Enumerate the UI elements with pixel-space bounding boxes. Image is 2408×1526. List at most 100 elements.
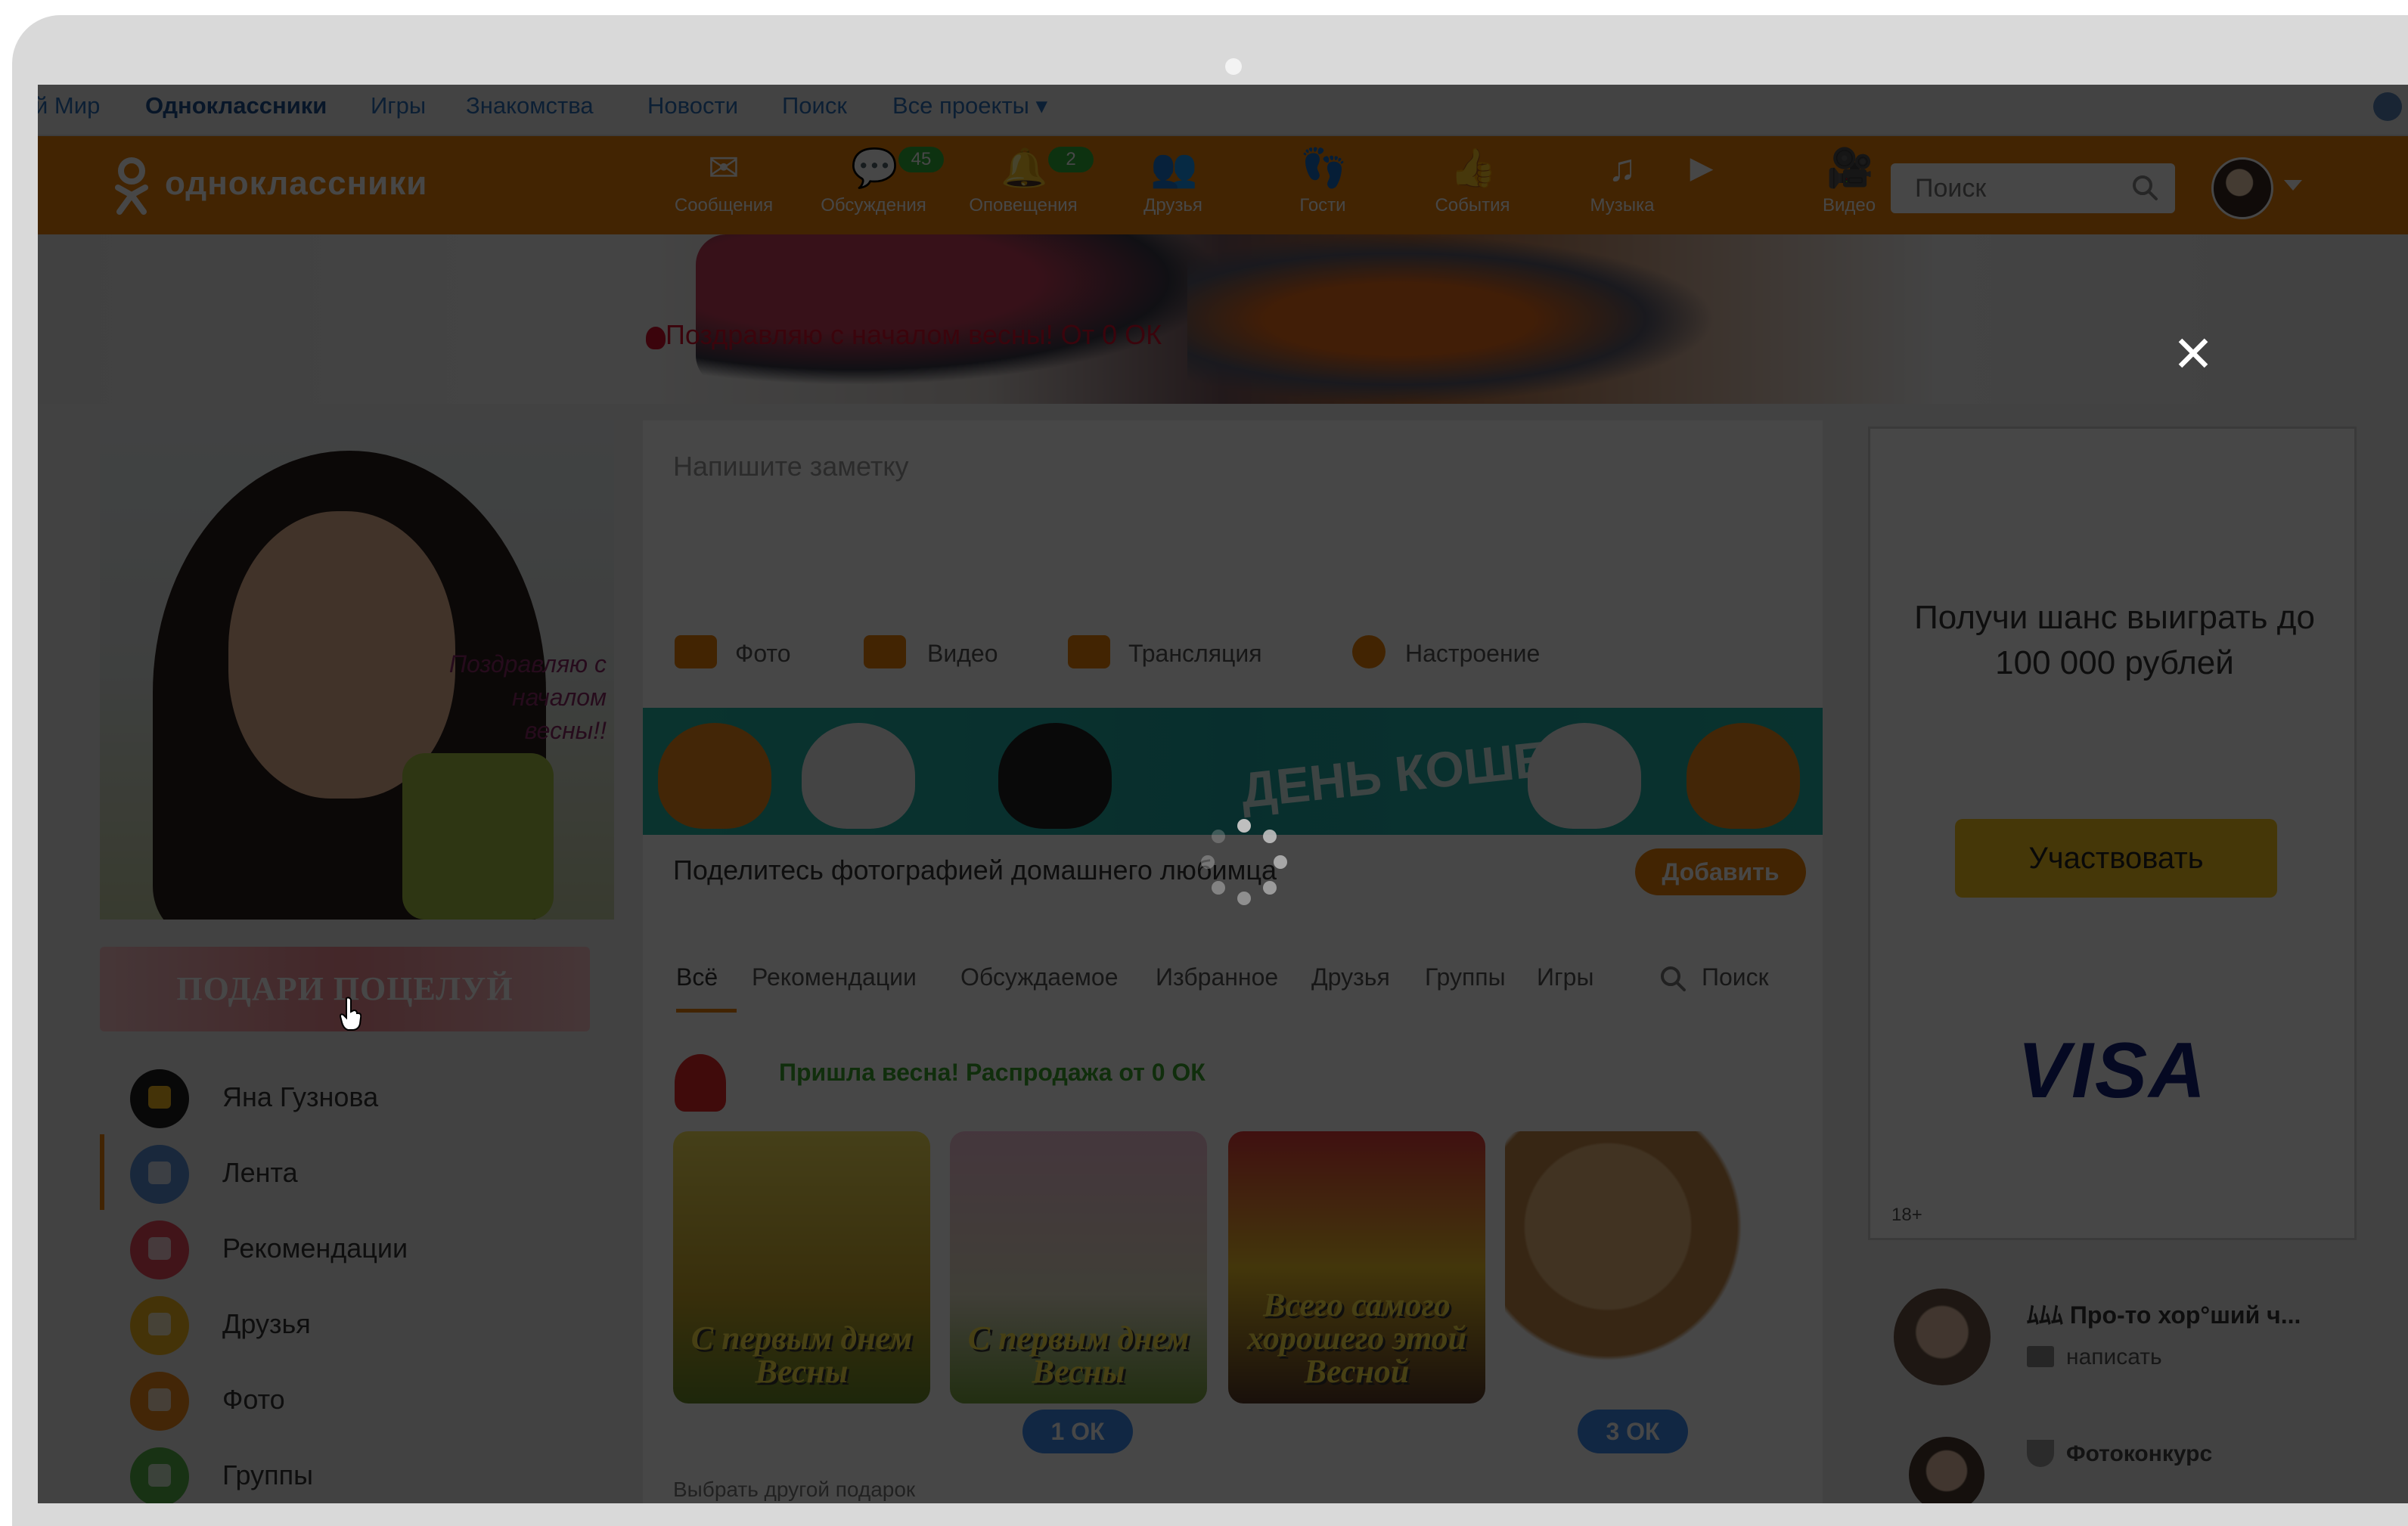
action-label: Фото [735, 640, 791, 667]
nav-events[interactable]: 👍 События [1408, 147, 1537, 230]
close-icon[interactable]: ✕ [2171, 329, 2216, 379]
gift-text: С первым днем Весны [967, 1320, 1190, 1390]
menu-item-recommendations[interactable]: Рекомендации [100, 1210, 644, 1286]
menu-item-groups[interactable]: Группы [100, 1437, 644, 1503]
photo-caption: Поздравляю с началом весны!! [448, 650, 607, 744]
menu-item-friends[interactable]: Друзья [100, 1286, 644, 1361]
tab-recommendations[interactable]: Рекомендации [752, 963, 917, 991]
tab-all[interactable]: Всё [676, 963, 718, 991]
gift-card[interactable]: С первым днем Весны [673, 1131, 930, 1403]
portal-link-mir[interactable]: й Мир [38, 92, 100, 119]
write-link[interactable]: написать [2066, 1345, 2162, 1370]
compass-icon [130, 1220, 189, 1279]
participate-button[interactable]: Участвовать [1955, 819, 2277, 898]
photo-boots [402, 753, 554, 920]
menu-label: Яна Гузнова [222, 1081, 379, 1112]
envelope-icon: ✉ [708, 147, 740, 189]
left-menu: Яна Гузнова Лента Рекомендации Друзья Фо… [100, 1059, 644, 1503]
ad-block[interactable]: Получи шанс выиграть до 100 000 рублей У… [1868, 426, 2357, 1240]
action-label: Трансляция [1128, 640, 1262, 667]
header-search-input[interactable] [1913, 171, 2128, 206]
menu-label: Фото [222, 1384, 285, 1415]
portal-link-ok[interactable]: Одноклассники [145, 92, 327, 119]
nav-music[interactable]: ♫ Музыка [1558, 147, 1687, 230]
tab-search[interactable]: Поиск [1661, 963, 1769, 991]
motorcycle-image [696, 234, 1225, 386]
nav-guests[interactable]: 👣 Гости [1258, 147, 1387, 230]
music-icon: ♫ [1608, 147, 1637, 189]
friends-icon [130, 1296, 189, 1355]
portal-link-games[interactable]: Игры [371, 92, 426, 119]
play-icon: ▶ [1690, 151, 1714, 185]
nav-play[interactable]: ▶ [1671, 147, 1732, 230]
camera-icon [675, 635, 717, 668]
browser-screen: й Мир Одноклассники Игры Знакомства Ново… [38, 85, 2408, 1503]
nav-notifications[interactable]: 🔔 2 Оповещения [959, 147, 1094, 230]
profile-photo[interactable]: Поздравляю с началом весны!! [100, 420, 614, 920]
gift-price[interactable]: 3 ОК [1578, 1410, 1688, 1453]
gift-text: Всего самого хорошего этой Весной [1246, 1286, 1467, 1390]
chevron-down-icon[interactable] [2284, 180, 2302, 191]
photo-icon [130, 1372, 189, 1431]
logo-text[interactable]: одноклассники [165, 165, 427, 203]
nav-messages[interactable]: ✉ Сообщения [659, 147, 788, 230]
trophy-icon [2027, 1440, 2054, 1467]
header-search[interactable] [1891, 163, 2175, 213]
gift-card[interactable]: Всего самого хорошего этой Весной [1228, 1131, 1485, 1403]
photo-contest-link[interactable]: Фотоконкурс [2066, 1441, 2212, 1467]
friends-icon: 👥 [1150, 147, 1198, 189]
smile-icon [1352, 635, 1386, 668]
cats-day-banner[interactable]: ДЕНЬ КОШЕК [643, 708, 1823, 835]
note-composer[interactable]: Напишите заметку [643, 420, 1823, 594]
teddy-bear-gift[interactable] [1505, 1131, 1762, 1403]
nav-discussions[interactable]: 💬 45 Обсуждения [809, 147, 944, 230]
globe-icon[interactable] [2373, 92, 2402, 121]
portal-link-dating[interactable]: Знакомства [466, 92, 594, 119]
tulip-icon [675, 1054, 726, 1112]
nav-label: Гости [1299, 195, 1346, 216]
menu-label: Лента [222, 1157, 298, 1188]
tab-groups[interactable]: Группы [1425, 963, 1506, 991]
tab-search-label: Поиск [1702, 963, 1769, 991]
gift-card[interactable]: С первым днем Весны [950, 1131, 1207, 1403]
friend-avatar[interactable] [1894, 1289, 1991, 1385]
tab-discussed[interactable]: Обсуждаемое [960, 963, 1118, 991]
choose-other-gift-link[interactable]: Выбрать другой подарок [673, 1478, 915, 1502]
menu-item-profile[interactable]: Яна Гузнова [100, 1059, 644, 1134]
gifts-promo[interactable]: Пришла весна! Распродажа от 0 ОК [779, 1059, 1206, 1087]
events-icon: 👍 [1450, 147, 1497, 189]
nav-label: Обсуждения [821, 195, 926, 216]
promo-banner[interactable]: Поздравляю с началом весны! От 0 ОК [38, 234, 2408, 404]
portal-link-news[interactable]: Новости [647, 92, 738, 119]
camera-dot [1225, 58, 1242, 75]
age-rating: 18+ [1891, 1205, 1922, 1225]
menu-item-feed[interactable]: Лента [100, 1134, 644, 1210]
portal-link-all-projects[interactable]: Все проекты ▾ [892, 92, 1047, 119]
gift-price[interactable]: 1 ОК [1022, 1410, 1133, 1453]
tab-favorites[interactable]: Избранное [1156, 963, 1278, 991]
action-label: Настроение [1405, 640, 1541, 667]
contest-avatar[interactable] [1909, 1437, 1984, 1503]
tab-games[interactable]: Игры [1537, 963, 1593, 991]
nav-friends[interactable]: 👥 Друзья [1109, 147, 1237, 230]
notifications-badge: 2 [1048, 147, 1094, 172]
portal-link-search[interactable]: Поиск [782, 92, 847, 119]
search-icon [1661, 966, 1686, 991]
nav-label: Друзья [1143, 195, 1202, 216]
tab-friends[interactable]: Друзья [1311, 963, 1390, 991]
search-icon[interactable] [2131, 174, 2158, 201]
friend-name[interactable]: ﾑﾑﾑ Про-то хор°ший ч... [2027, 1296, 2301, 1331]
banner-text[interactable]: Поздравляю с началом весны! От 0 ОК [666, 319, 1162, 351]
ok-logo-icon[interactable] [110, 157, 153, 215]
user-avatar[interactable] [2211, 157, 2273, 219]
rose-icon [646, 327, 666, 349]
cat-image [998, 723, 1112, 829]
menu-item-photos[interactable]: Фото [100, 1361, 644, 1437]
bell-icon: 🔔 [1001, 147, 1048, 189]
add-button[interactable]: Добавить [1635, 848, 1806, 895]
menu-label: Группы [222, 1459, 313, 1490]
menu-label: Друзья [222, 1308, 311, 1339]
stream-icon [1068, 635, 1110, 668]
note-placeholder[interactable]: Напишите заметку [673, 451, 908, 482]
nav-label: Музыка [1590, 195, 1655, 216]
